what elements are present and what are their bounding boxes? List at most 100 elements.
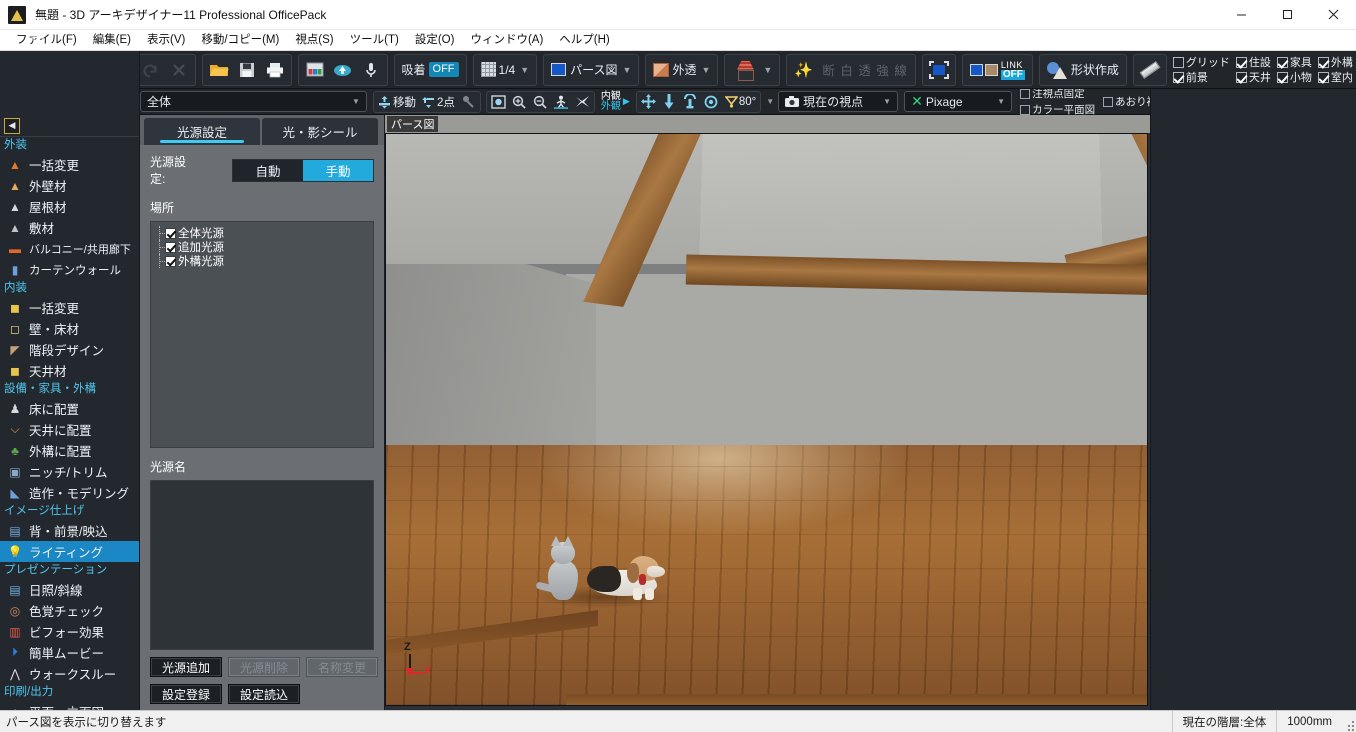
toggle-furniture[interactable]: 家具 — [1276, 54, 1312, 70]
load-settings-button[interactable]: 設定読込 — [228, 684, 300, 704]
chevron-down-icon[interactable]: ▼ — [879, 97, 895, 106]
look-around-icon[interactable] — [680, 92, 701, 112]
sidebar-item-before-after[interactable]: ▥ ビフォー効果 — [0, 621, 139, 642]
list-item[interactable]: 全体光源 — [155, 226, 369, 240]
orbit-icon[interactable] — [701, 92, 722, 112]
magic-wand-icon[interactable]: ✨ — [789, 56, 817, 84]
chevron-down-icon[interactable]: ▼ — [623, 65, 632, 75]
crop-group[interactable] — [921, 53, 956, 86]
viewport-tab-perspective[interactable]: パース図 — [387, 116, 439, 132]
floppy-save-icon[interactable] — [233, 56, 261, 84]
photo-album-icon[interactable] — [301, 56, 329, 84]
tab-light-shadow-seal[interactable]: 光・影シール — [262, 118, 378, 145]
pixage-select[interactable]: ✕ Pixage ▼ — [904, 91, 1013, 112]
sidebar-item-sunlight-diagonal[interactable]: ▤ 日照/斜線 — [0, 579, 139, 600]
render-mode-dropdown[interactable]: 外透 ▼ — [648, 58, 715, 82]
move-down-icon[interactable] — [659, 92, 680, 112]
place-list[interactable]: 全体光源 追加光源 外構光源 — [150, 221, 374, 448]
grid-scale-group[interactable]: 1/4 ▼ — [472, 53, 538, 86]
shape-create-group[interactable]: 形状作成 — [1038, 53, 1127, 86]
chevron-down-icon[interactable]: ▼ — [520, 65, 529, 75]
sidebar-item-ceiling-material[interactable]: ◼ 天井材 — [0, 360, 139, 381]
link-group[interactable]: LINK OFF — [961, 53, 1033, 86]
delete-x-icon[interactable] — [165, 56, 193, 84]
sidebar-item-place-exterior[interactable]: ♣ 外構に配置 — [0, 440, 139, 461]
toggle-foreground[interactable]: 前景 — [1172, 69, 1230, 85]
chevron-down-icon[interactable]: ▼ — [701, 65, 710, 75]
roof-group[interactable]: ▼ — [724, 53, 781, 86]
filter-transparent[interactable]: 透 — [858, 60, 872, 79]
menu-view[interactable]: 表示(V) — [139, 30, 193, 50]
menu-file[interactable]: ファイル(F) — [8, 30, 85, 50]
sidebar-item-place-on-ceiling[interactable]: ⌵ 天井に配置 — [0, 419, 139, 440]
list-item[interactable]: 追加光源 — [155, 240, 369, 254]
maximize-button[interactable] — [1264, 0, 1310, 30]
sidebar-item-balcony-corridor[interactable]: ▬ バルコニー/共用廊下 — [0, 238, 139, 259]
scope-select[interactable]: 全体 ▼ — [140, 91, 367, 112]
menu-move-copy[interactable]: 移動/コピー(M) — [193, 30, 287, 50]
menu-tools[interactable]: ツール(T) — [342, 30, 407, 50]
pan-4way-icon[interactable] — [638, 92, 659, 112]
snap-group[interactable]: 吸着 OFF — [393, 53, 467, 86]
sidebar-item-exterior-wall-material[interactable]: ▲ 外壁材 — [0, 175, 139, 196]
collapse-left-icon[interactable]: ◀ — [4, 117, 20, 134]
filter-line[interactable]: 線 — [894, 60, 908, 79]
viewpoint-select[interactable]: 現在の視点 ▼ — [778, 91, 899, 112]
pin-icon[interactable] — [458, 92, 479, 112]
cloud-upload-icon[interactable] — [329, 56, 357, 84]
sidebar-item-lighting[interactable]: 💡 ライティング — [0, 541, 139, 562]
sidebar-item-background-foreground[interactable]: ▤ 背・前景/映込 — [0, 520, 139, 541]
menu-edit[interactable]: 編集(E) — [85, 30, 139, 50]
dog-model[interactable] — [581, 552, 673, 604]
sidebar-item-walkthrough[interactable]: ⋀ ウォークスルー — [0, 663, 139, 684]
close-button[interactable] — [1310, 0, 1356, 30]
sidebar-item-batch-change-exterior[interactable]: ▲ 一括変更 — [0, 154, 139, 175]
sidebar-item-niche-trim[interactable]: ▣ ニッチ/トリム — [0, 461, 139, 482]
toggle-fixtures[interactable]: 住設 — [1235, 54, 1271, 70]
view-mode-dropdown[interactable]: パース図 ▼ — [546, 58, 636, 82]
chevron-down-icon[interactable]: ▼ — [763, 65, 772, 75]
add-light-button[interactable]: 光源追加 — [150, 657, 222, 677]
list-item[interactable]: 外構光源 — [155, 254, 369, 268]
printer-icon[interactable] — [261, 56, 289, 84]
roof-dropdown[interactable]: ▼ — [727, 58, 777, 82]
chevron-down-icon[interactable]: ▼ — [993, 97, 1009, 106]
zoom-out-icon[interactable] — [530, 92, 551, 112]
sidebar-item-custom-modeling[interactable]: ◣ 造作・モデリング — [0, 482, 139, 503]
grid-scale-dropdown[interactable]: 1/4 ▼ — [476, 58, 535, 82]
filter-strong[interactable]: 強 — [876, 60, 890, 79]
render-mode-group[interactable]: 外透 ▼ — [645, 53, 719, 86]
sidebar-item-wall-floor-material[interactable]: ◻ 壁・床材 — [0, 318, 139, 339]
sidebar-item-place-on-floor[interactable]: ♟ 床に配置 — [0, 398, 139, 419]
two-point-button[interactable]: 2点 — [419, 92, 458, 112]
redo-icon[interactable] — [137, 56, 165, 84]
chevron-down-icon[interactable]: ▼ — [348, 97, 364, 106]
chevron-down-icon[interactable]: ▼ — [766, 97, 774, 106]
resize-grip-icon[interactable] — [1342, 711, 1356, 732]
view-mode-group[interactable]: パース図 ▼ — [543, 53, 640, 86]
checkbox-box[interactable] — [165, 227, 176, 239]
fit-to-screen-icon[interactable] — [488, 92, 509, 112]
menu-help[interactable]: ヘルプ(H) — [551, 30, 617, 50]
outside-arrow-icon[interactable]: ▶ — [623, 96, 630, 107]
sidebar-item-stair-design[interactable]: ◤ 階段デザイン — [0, 339, 139, 360]
perspective-3d-viewport[interactable]: Z X — [385, 133, 1148, 706]
minimize-button[interactable] — [1218, 0, 1264, 30]
ruler-icon[interactable] — [1136, 56, 1164, 84]
person-eye-level-icon[interactable] — [551, 92, 572, 112]
toggle-exterior[interactable]: 外構 — [1317, 54, 1353, 70]
microphone-icon[interactable] — [357, 56, 385, 84]
shape-create-button[interactable]: 形状作成 — [1042, 58, 1124, 82]
checkbox-box[interactable] — [165, 241, 176, 253]
save-settings-button[interactable]: 設定登録 — [150, 684, 222, 704]
sidebar-item-paving-material[interactable]: ▲ 敷材 — [0, 217, 139, 238]
toggle-small-items[interactable]: 小物 — [1276, 69, 1312, 85]
light-mode-manual[interactable]: 手動 — [303, 159, 373, 181]
toggle-ceiling[interactable]: 天井 — [1235, 69, 1271, 85]
menu-window[interactable]: ウィンドウ(A) — [462, 30, 551, 50]
inside-outside-toggle[interactable]: 内観 外観 — [601, 91, 621, 112]
sidebar-item-batch-change-interior[interactable]: ◼ 一括変更 — [0, 297, 139, 318]
bird-view-icon[interactable] — [572, 92, 593, 112]
toggle-indoor[interactable]: 室内 — [1317, 69, 1353, 85]
tab-light-settings[interactable]: 光源設定 — [144, 118, 260, 145]
